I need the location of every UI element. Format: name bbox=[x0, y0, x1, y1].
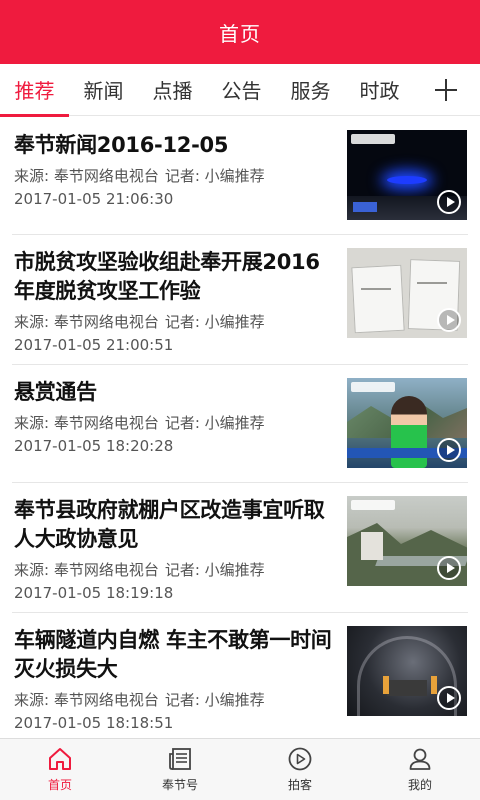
tab-label: 时政 bbox=[359, 79, 400, 103]
news-title: 奉节新闻2016-12-05 bbox=[14, 133, 229, 157]
news-time: 2017-01-05 18:18:51 bbox=[14, 714, 174, 732]
news-list: 奉节新闻2016-12-05 来源: 奉节网络电视台 记者: 小编推荐 2017… bbox=[0, 117, 480, 738]
channel-logo-icon bbox=[351, 500, 395, 510]
list-item[interactable]: 奉节新闻2016-12-05 来源: 奉节网络电视台 记者: 小编推荐 2017… bbox=[12, 117, 468, 235]
app-header: 首页 bbox=[0, 0, 480, 64]
category-tabs: 推荐 新闻 点播 公告 服务 时政 bbox=[0, 64, 480, 117]
tab-news[interactable]: 新闻 bbox=[69, 64, 138, 116]
play-icon[interactable] bbox=[437, 556, 461, 580]
news-thumbnail[interactable] bbox=[347, 378, 467, 468]
list-item[interactable]: 奉节县政府就棚户区改造事宜听取人大政协意见 来源: 奉节网络电视台 记者: 小编… bbox=[12, 483, 468, 613]
tab-label: 推荐 bbox=[14, 79, 55, 103]
add-tab-button[interactable] bbox=[424, 64, 468, 116]
tab-services[interactable]: 服务 bbox=[276, 64, 345, 116]
bottom-tab-bar: 首页 奉节号 拍客 我的 bbox=[0, 738, 480, 800]
bottom-tab-fengjiehao[interactable]: 奉节号 bbox=[120, 739, 240, 800]
page-title: 首页 bbox=[219, 21, 261, 46]
newspaper-icon bbox=[169, 748, 191, 770]
bottom-tab-mine[interactable]: 我的 bbox=[360, 739, 480, 800]
play-icon[interactable] bbox=[437, 686, 461, 710]
tab-label: 公告 bbox=[221, 79, 262, 103]
channel-logo-icon bbox=[351, 382, 395, 392]
play-circle-icon bbox=[288, 747, 312, 771]
news-thumbnail[interactable] bbox=[347, 130, 467, 220]
news-time: 2017-01-05 21:00:51 bbox=[14, 336, 174, 354]
news-source: 来源: 奉节网络电视台 bbox=[14, 414, 159, 432]
plus-icon bbox=[435, 79, 457, 101]
play-icon[interactable] bbox=[437, 190, 461, 214]
news-thumbnail[interactable] bbox=[347, 626, 467, 716]
bottom-tab-paike[interactable]: 拍客 bbox=[240, 739, 360, 800]
news-thumbnail[interactable] bbox=[347, 496, 467, 586]
news-title: 市脱贫攻坚验收组赴奉开展2016年度脱贫攻坚工作验 bbox=[14, 250, 320, 303]
news-source: 来源: 奉节网络电视台 bbox=[14, 691, 159, 709]
tab-label: 新闻 bbox=[83, 79, 124, 103]
news-source: 来源: 奉节网络电视台 bbox=[14, 167, 159, 185]
news-time: 2017-01-05 18:19:18 bbox=[14, 584, 174, 602]
bottom-tab-label: 奉节号 bbox=[161, 778, 198, 792]
news-source: 来源: 奉节网络电视台 bbox=[14, 313, 159, 331]
news-title: 奉节县政府就棚户区改造事宜听取人大政协意见 bbox=[14, 498, 325, 551]
tab-label: 服务 bbox=[290, 79, 331, 103]
news-thumbnail[interactable] bbox=[347, 248, 467, 338]
list-item[interactable]: 悬赏通告 来源: 奉节网络电视台 记者: 小编推荐 2017-01-05 18:… bbox=[12, 365, 468, 483]
bottom-tab-label: 首页 bbox=[47, 778, 72, 792]
news-time: 2017-01-05 18:20:28 bbox=[14, 437, 174, 455]
channel-logo-icon bbox=[351, 134, 395, 144]
news-source: 来源: 奉节网络电视台 bbox=[14, 561, 159, 579]
play-icon[interactable] bbox=[437, 308, 461, 332]
user-icon bbox=[409, 748, 431, 770]
home-icon bbox=[49, 748, 71, 770]
tab-label: 点播 bbox=[152, 79, 193, 103]
tab-recommend[interactable]: 推荐 bbox=[0, 64, 69, 117]
news-reporter: 记者: 小编推荐 bbox=[164, 414, 265, 432]
tab-on-demand[interactable]: 点播 bbox=[138, 64, 207, 116]
news-reporter: 记者: 小编推荐 bbox=[164, 167, 265, 185]
news-time: 2017-01-05 21:06:30 bbox=[14, 190, 174, 208]
tab-politics[interactable]: 时政 bbox=[345, 64, 414, 116]
play-icon[interactable] bbox=[437, 438, 461, 462]
bottom-tab-label: 拍客 bbox=[287, 778, 312, 792]
bottom-tab-home[interactable]: 首页 bbox=[0, 739, 120, 800]
bottom-tab-label: 我的 bbox=[407, 778, 432, 792]
news-title: 车辆隧道内自燃 车主不敢第一时间灭火损失大 bbox=[14, 628, 332, 681]
news-title: 悬赏通告 bbox=[14, 380, 97, 404]
news-reporter: 记者: 小编推荐 bbox=[164, 691, 265, 709]
tab-announcements[interactable]: 公告 bbox=[207, 64, 276, 116]
list-item[interactable]: 市脱贫攻坚验收组赴奉开展2016年度脱贫攻坚工作验 来源: 奉节网络电视台 记者… bbox=[12, 235, 468, 365]
news-reporter: 记者: 小编推荐 bbox=[164, 313, 265, 331]
news-reporter: 记者: 小编推荐 bbox=[164, 561, 265, 579]
list-item[interactable]: 车辆隧道内自燃 车主不敢第一时间灭火损失大 来源: 奉节网络电视台 记者: 小编… bbox=[12, 613, 468, 738]
